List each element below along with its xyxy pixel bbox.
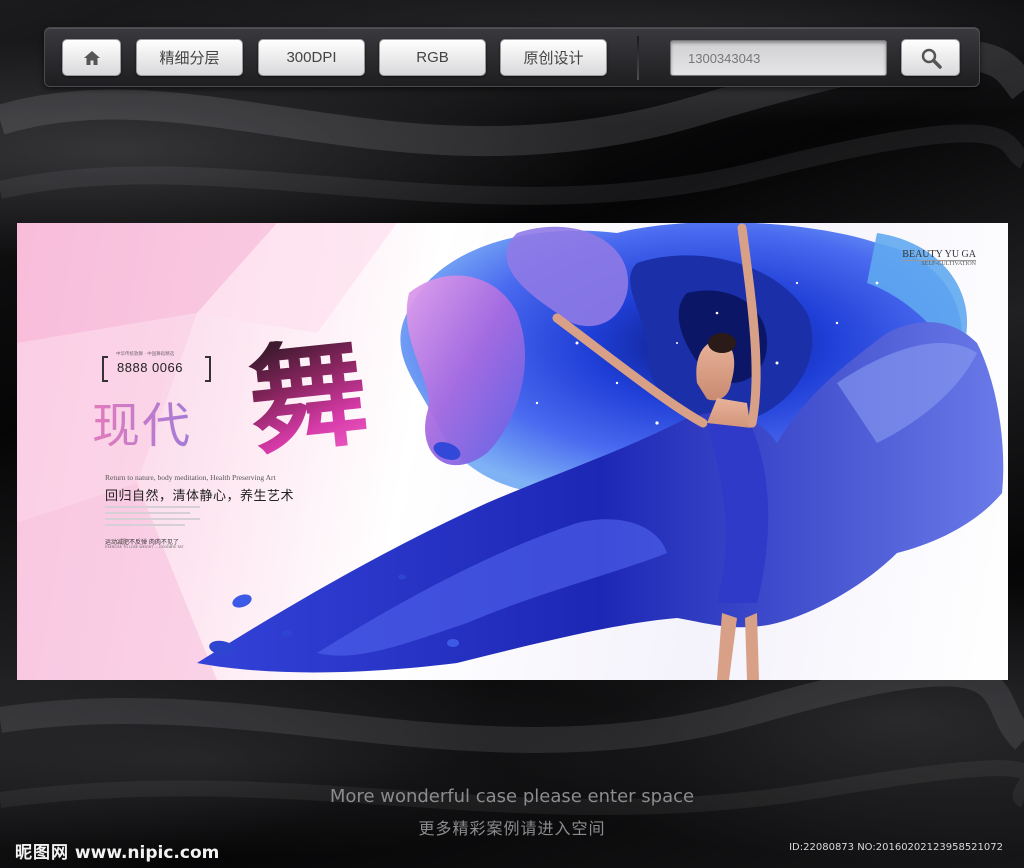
toolbar: 精细分层 300DPI RGB 原创设计 1300343043 bbox=[44, 27, 980, 87]
chinese-tagline: 回归自然，清体静心，养生艺术 bbox=[105, 489, 295, 504]
logo-url: www.nipic.com bbox=[74, 843, 220, 863]
site-logo[interactable]: 昵图网 www.nipic.com bbox=[15, 838, 219, 863]
phone-number: 8888 0066 bbox=[117, 360, 183, 375]
title-modern: 现代 bbox=[92, 386, 192, 456]
image-id: ID:22080873 NO:20160202123958521072 bbox=[789, 842, 1003, 853]
dpi-button[interactable]: 300DPI bbox=[258, 39, 365, 76]
poster-banner: 中华传统歌舞 · 中国舞蹈精选 8888 0066 现代 舞 Return to… bbox=[17, 223, 1008, 680]
home-button[interactable] bbox=[62, 39, 121, 76]
search-button[interactable] bbox=[901, 39, 960, 76]
slogan-english: EXERCISE TO LOSE WEIGHT ... GOODBYE FAT bbox=[105, 545, 184, 549]
footer-english: More wonderful case please enter space bbox=[329, 786, 695, 807]
fine-print-line bbox=[105, 506, 200, 508]
fine-print-line bbox=[105, 524, 185, 526]
title-dance: 舞 bbox=[242, 321, 374, 472]
brand-mark: BEAUTY YU GA SELF-CULTIVATION bbox=[902, 249, 976, 267]
brand-subtitle: SELF-CULTIVATION bbox=[902, 260, 976, 267]
layered-button[interactable]: 精细分层 bbox=[136, 39, 243, 76]
english-tagline: Return to nature, body meditation, Healt… bbox=[105, 473, 276, 482]
rgb-button[interactable]: RGB bbox=[379, 39, 486, 76]
toolbar-divider bbox=[637, 36, 639, 80]
magnifier-icon bbox=[921, 48, 942, 69]
fine-print-line bbox=[105, 512, 190, 514]
home-icon bbox=[83, 50, 100, 65]
phone-caption: 中华传统歌舞 · 中国舞蹈精选 bbox=[116, 352, 175, 357]
original-design-button[interactable]: 原创设计 bbox=[500, 39, 607, 76]
footer-chinese: 更多精彩案例请进入空间 bbox=[418, 819, 606, 838]
fine-print-line bbox=[105, 518, 200, 520]
logo-chinese: 昵图网 bbox=[15, 843, 69, 863]
bracket-right bbox=[205, 356, 211, 382]
search-input[interactable]: 1300343043 bbox=[670, 40, 887, 76]
bracket-left bbox=[102, 356, 108, 382]
brand-title: BEAUTY YU GA bbox=[902, 249, 976, 260]
